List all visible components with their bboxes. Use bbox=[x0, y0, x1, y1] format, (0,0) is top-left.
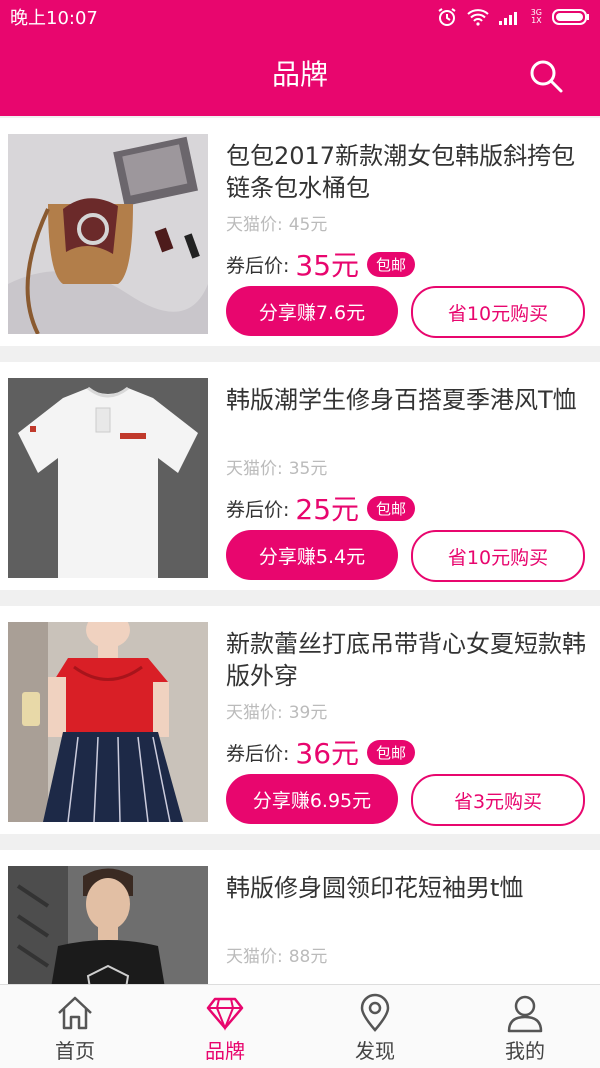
tab-discover[interactable]: 发现 bbox=[300, 985, 450, 1068]
free-shipping-badge: 包邮 bbox=[367, 251, 416, 277]
product-title[interactable]: 包包2017新款潮女包韩版斜挎包链条包水桶包 bbox=[226, 140, 586, 204]
coupon-price-label: 券后价: bbox=[226, 742, 290, 765]
buy-with-coupon-button[interactable]: 省10元购买 bbox=[411, 286, 585, 338]
battery-icon bbox=[552, 9, 589, 25]
tab-brand[interactable]: 品牌 bbox=[150, 985, 300, 1068]
coupon-price-row: 券后价: 25元 包邮 bbox=[226, 488, 416, 528]
search-button[interactable] bbox=[528, 58, 564, 94]
share-earn-button[interactable]: 分享赚5.4元 bbox=[226, 530, 398, 580]
user-icon bbox=[507, 995, 543, 1033]
product-image[interactable] bbox=[8, 866, 208, 984]
buy-with-coupon-button[interactable]: 省10元购买 bbox=[411, 530, 585, 582]
wifi-icon bbox=[467, 9, 489, 26]
product-title[interactable]: 新款蕾丝打底吊带背心女夏短款韩版外穿 bbox=[226, 628, 586, 692]
tshirt-photo bbox=[8, 378, 208, 578]
tmall-price-row: 天猫价: 39元 bbox=[226, 698, 327, 723]
product-card[interactable]: 新款蕾丝打底吊带背心女夏短款韩版外穿 天猫价: 39元 券后价: 36元 包邮 分… bbox=[0, 606, 600, 834]
product-title[interactable]: 韩版潮学生修身百搭夏季港风T恤 bbox=[226, 384, 586, 416]
home-icon bbox=[58, 996, 92, 1030]
tmall-price-row: 天猫价: 35元 bbox=[226, 454, 327, 479]
page-title: 品牌 bbox=[271, 58, 328, 91]
coupon-price: 35元 bbox=[295, 249, 360, 282]
buy-with-coupon-button[interactable]: 省3元购买 bbox=[411, 774, 585, 826]
product-card[interactable]: 韩版潮学生修身百搭夏季港风T恤 天猫价: 35元 券后价: 25元 包邮 分享赚5… bbox=[0, 362, 600, 590]
product-list[interactable]: 包包2017新款潮女包韩版斜挎包链条包水桶包 天猫价: 45元 券后价: 35元 … bbox=[0, 116, 600, 984]
share-earn-button[interactable]: 分享赚6.95元 bbox=[226, 774, 398, 824]
coupon-price: 36元 bbox=[295, 737, 360, 770]
product-image[interactable] bbox=[8, 622, 208, 822]
coupon-price-label: 券后价: bbox=[226, 498, 290, 521]
coupon-price-row: 券后价: 36元 包邮 bbox=[226, 732, 416, 772]
tab-label: 发现 bbox=[355, 1039, 395, 1063]
network-type: 3G 1X bbox=[530, 8, 542, 25]
free-shipping-badge: 包邮 bbox=[367, 495, 416, 521]
header-bar: 品牌 bbox=[0, 34, 600, 116]
tmall-price-label: 天猫价: bbox=[226, 703, 283, 723]
search-icon bbox=[530, 60, 563, 93]
product-image[interactable] bbox=[8, 378, 208, 578]
status-icons: 3G 1X bbox=[437, 7, 590, 27]
tmall-price: 35元 bbox=[288, 459, 328, 479]
product-card[interactable]: 包包2017新款潮女包韩版斜挎包链条包水桶包 天猫价: 45元 券后价: 35元 … bbox=[0, 118, 600, 346]
mens-tshirt-photo bbox=[8, 866, 208, 984]
free-shipping-badge: 包邮 bbox=[367, 739, 416, 765]
tmall-price-row: 天猫价: 45元 bbox=[226, 210, 327, 235]
tab-label: 首页 bbox=[55, 1039, 95, 1063]
tmall-price-label: 天猫价: bbox=[226, 215, 283, 235]
tmall-price-label: 天猫价: bbox=[226, 459, 283, 479]
product-image[interactable] bbox=[8, 134, 208, 334]
bag-photo bbox=[8, 134, 208, 334]
coupon-price-row: 券后价: 35元 包邮 bbox=[226, 244, 416, 284]
status-time: 晚上10:07 bbox=[10, 8, 98, 29]
tmall-price-label: 天猫价: bbox=[226, 947, 283, 967]
diamond-icon bbox=[206, 997, 244, 1031]
tmall-price: 39元 bbox=[288, 703, 328, 723]
tmall-price-row: 天猫价: 88元 bbox=[226, 942, 327, 967]
coupon-price: 25元 bbox=[295, 493, 360, 526]
tab-label: 品牌 bbox=[205, 1039, 245, 1063]
location-pin-icon bbox=[360, 993, 390, 1032]
status-bar: 晚上10:07 3G 1X bbox=[0, 0, 600, 34]
tab-mine[interactable]: 我的 bbox=[450, 985, 600, 1068]
tmall-price: 45元 bbox=[288, 215, 328, 235]
tmall-price: 88元 bbox=[288, 947, 328, 967]
product-title[interactable]: 韩版修身圆领印花短袖男t恤 bbox=[226, 872, 586, 904]
signal-icon bbox=[498, 12, 517, 25]
share-earn-button[interactable]: 分享赚7.6元 bbox=[226, 286, 398, 336]
tab-label: 我的 bbox=[505, 1039, 545, 1063]
coupon-price-label: 券后价: bbox=[226, 254, 290, 277]
bottom-tab-bar: 首页 品牌 发现 我的 bbox=[0, 984, 600, 1068]
lace-top-photo bbox=[8, 622, 208, 822]
alarm-icon bbox=[438, 8, 456, 26]
product-card[interactable]: 韩版修身圆领印花短袖男t恤 天猫价: 88元 bbox=[0, 850, 600, 984]
tab-home[interactable]: 首页 bbox=[0, 985, 150, 1068]
